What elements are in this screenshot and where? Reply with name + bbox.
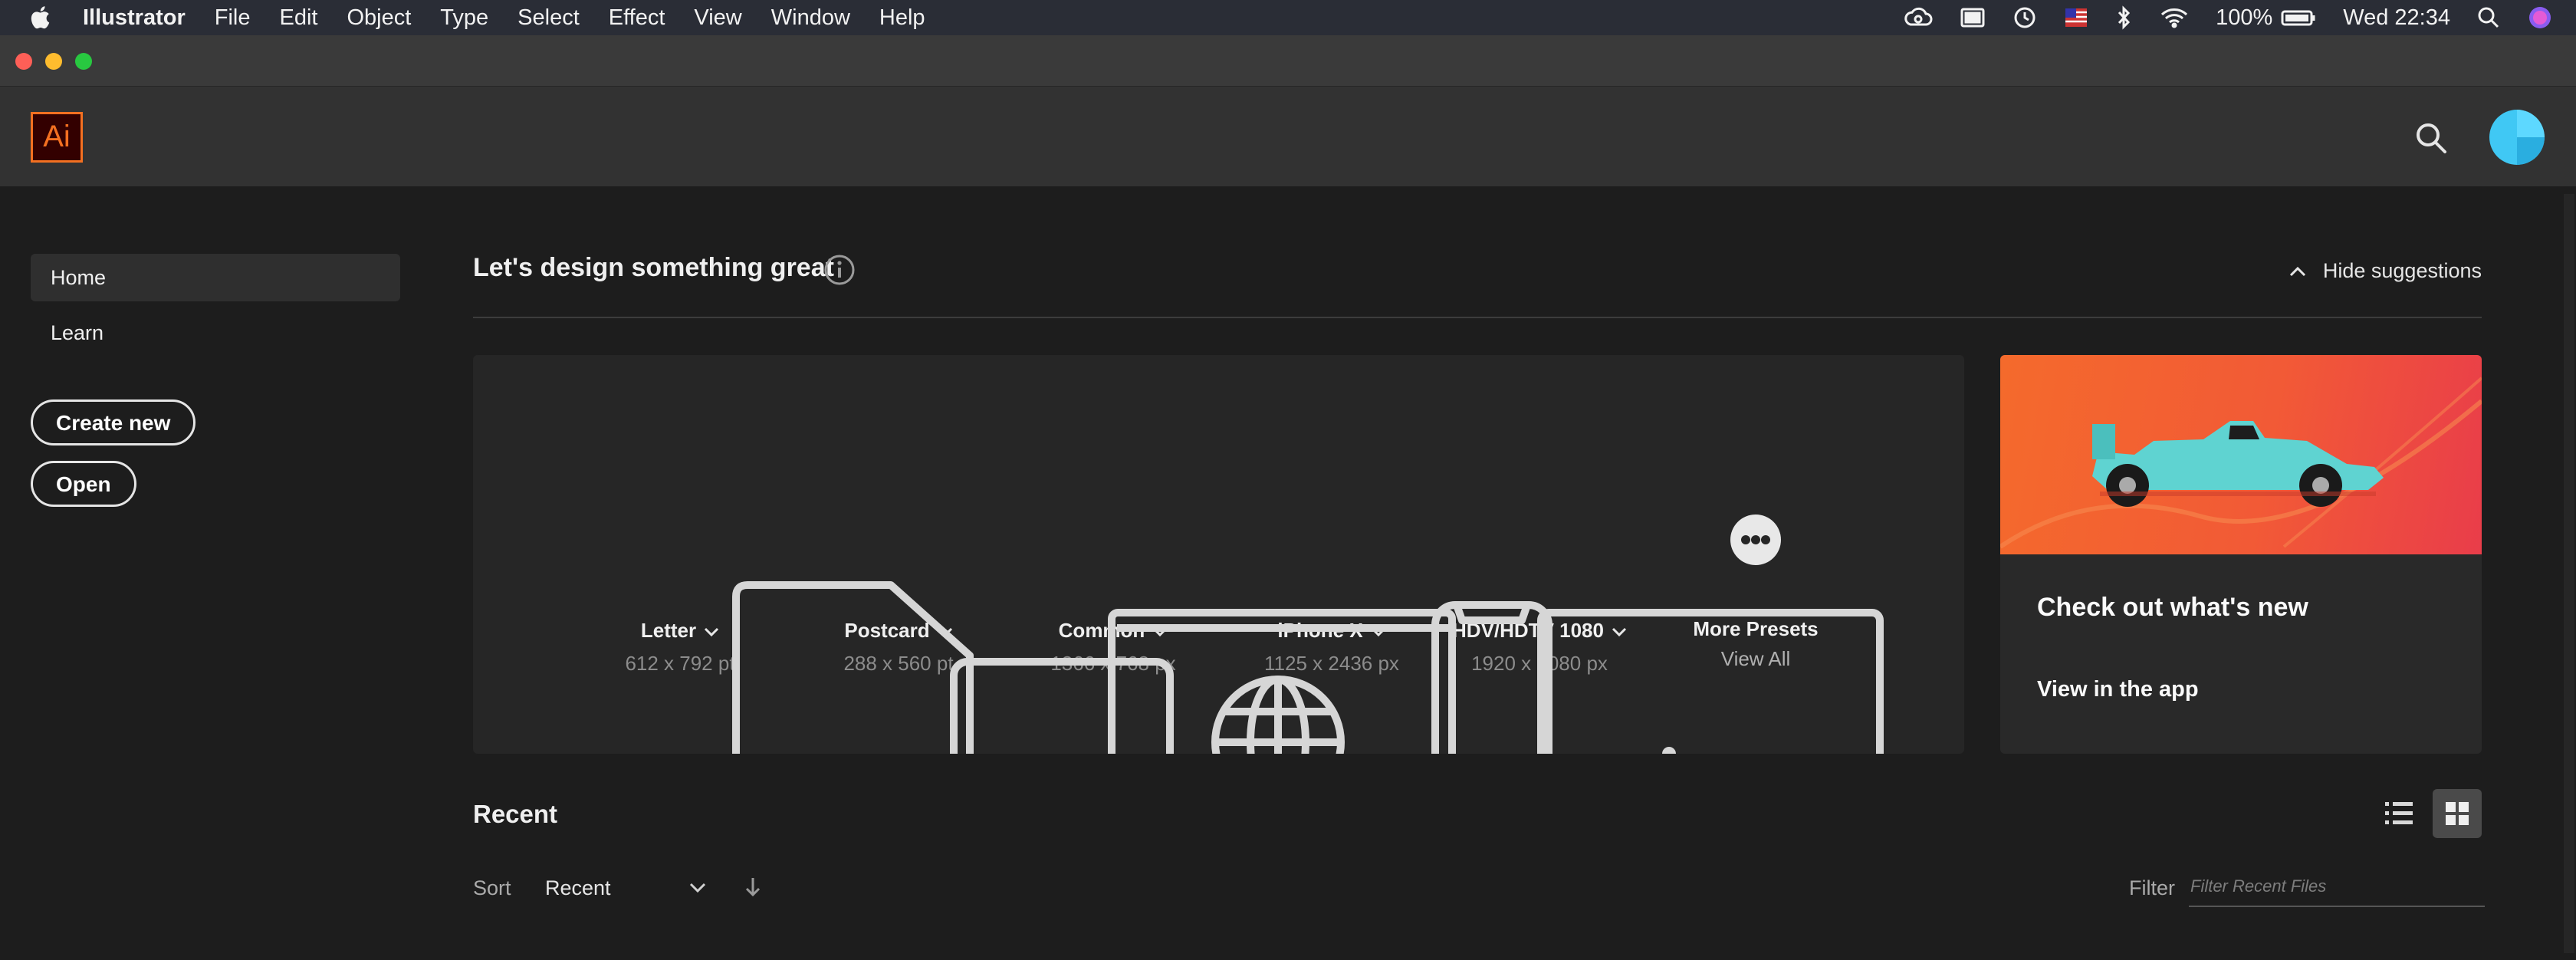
time-machine-icon[interactable] <box>2012 5 2038 31</box>
display-icon[interactable] <box>1960 6 1986 29</box>
divider <box>473 317 2482 318</box>
filter-label: Filter <box>2129 876 2175 899</box>
list-view-icon[interactable] <box>2374 789 2423 838</box>
letter-document-icon <box>732 581 974 754</box>
open-button[interactable]: Open <box>31 461 136 507</box>
info-icon[interactable] <box>822 252 857 288</box>
hdv-screen-icon <box>1537 609 1884 754</box>
race-car-illustration <box>2000 376 2482 549</box>
avatar-graphic-icon <box>2517 110 2545 165</box>
menu-view[interactable]: View <box>694 5 741 31</box>
hide-suggestions-label: Hide suggestions <box>2322 259 2482 282</box>
menu-select[interactable]: Select <box>518 5 580 31</box>
siri-icon[interactable] <box>2527 5 2553 31</box>
sort-direction-icon[interactable] <box>740 875 766 901</box>
menu-edit[interactable]: Edit <box>279 5 317 31</box>
hide-suggestions-button[interactable]: Hide suggestions <box>2289 259 2482 283</box>
camera-dot-icon <box>1662 747 1676 754</box>
chevron-up-icon <box>2289 266 2305 276</box>
wifi-icon[interactable] <box>2159 6 2190 29</box>
zoom-window-button[interactable] <box>75 53 92 70</box>
grid-view-button[interactable] <box>2433 789 2482 838</box>
menu-file[interactable]: File <box>215 5 251 31</box>
whats-new-card[interactable]: Check out what's new View in the app <box>2000 355 2482 754</box>
creative-cloud-icon[interactable] <box>1903 6 1934 29</box>
menu-type[interactable]: Type <box>440 5 488 31</box>
window-titlebar <box>0 35 2576 87</box>
sort-label: Sort <box>473 876 511 899</box>
scrollbar[interactable] <box>2564 194 2574 953</box>
preset-outline-glyphs <box>732 581 1884 754</box>
create-new-button[interactable]: Create new <box>31 399 196 445</box>
menu-window[interactable]: Window <box>771 5 850 31</box>
filter-input[interactable] <box>2189 867 2485 907</box>
search-icon[interactable] <box>2413 120 2449 156</box>
menu-object[interactable]: Object <box>347 5 411 31</box>
sort-dropdown[interactable]: Recent <box>545 876 706 900</box>
menu-help[interactable]: Help <box>879 5 925 31</box>
battery-percent: 100% <box>2216 5 2273 30</box>
spotlight-icon[interactable] <box>2476 5 2501 30</box>
sidebar-item-home[interactable]: Home <box>31 254 400 301</box>
whats-new-banner <box>2000 355 2482 554</box>
illustrator-logo: Ai <box>31 112 83 163</box>
main-area: Home Learn Create new Open Let's design … <box>0 186 2576 960</box>
menu-effect[interactable]: Effect <box>609 5 665 31</box>
preset-panel: Letter 612 x 792 pt Postcard 288 x 560 p… <box>473 355 1964 754</box>
chevron-down-icon <box>689 883 706 893</box>
menubar-clock: Wed 22:34 <box>2343 5 2450 30</box>
sidebar-item-learn[interactable]: Learn <box>31 309 400 357</box>
us-flag-icon[interactable] <box>2064 6 2088 29</box>
whats-new-title: Check out what's new <box>2037 593 2308 622</box>
minimize-window-button[interactable] <box>45 53 62 70</box>
apple-icon[interactable] <box>28 4 55 31</box>
sidebar: Home Learn Create new Open <box>31 254 400 507</box>
page-title: Let's design something great <box>473 253 834 282</box>
view-in-app-link[interactable]: View in the app <box>2037 677 2199 702</box>
bluetooth-icon[interactable] <box>2114 5 2133 30</box>
app-header: Ai <box>0 87 2576 186</box>
grid-view-icon <box>2446 802 2469 825</box>
recent-heading: Recent <box>473 800 558 828</box>
battery-icon[interactable] <box>2280 6 2317 29</box>
globe-latitudes <box>1215 679 1341 754</box>
sort-value: Recent <box>545 876 611 899</box>
close-window-button[interactable] <box>15 53 32 70</box>
menu-bar: Illustrator File Edit Object Type Select… <box>0 0 2576 35</box>
menu-app-name[interactable]: Illustrator <box>83 5 186 31</box>
postcard-icon <box>950 658 1174 754</box>
avatar[interactable] <box>2489 110 2545 165</box>
